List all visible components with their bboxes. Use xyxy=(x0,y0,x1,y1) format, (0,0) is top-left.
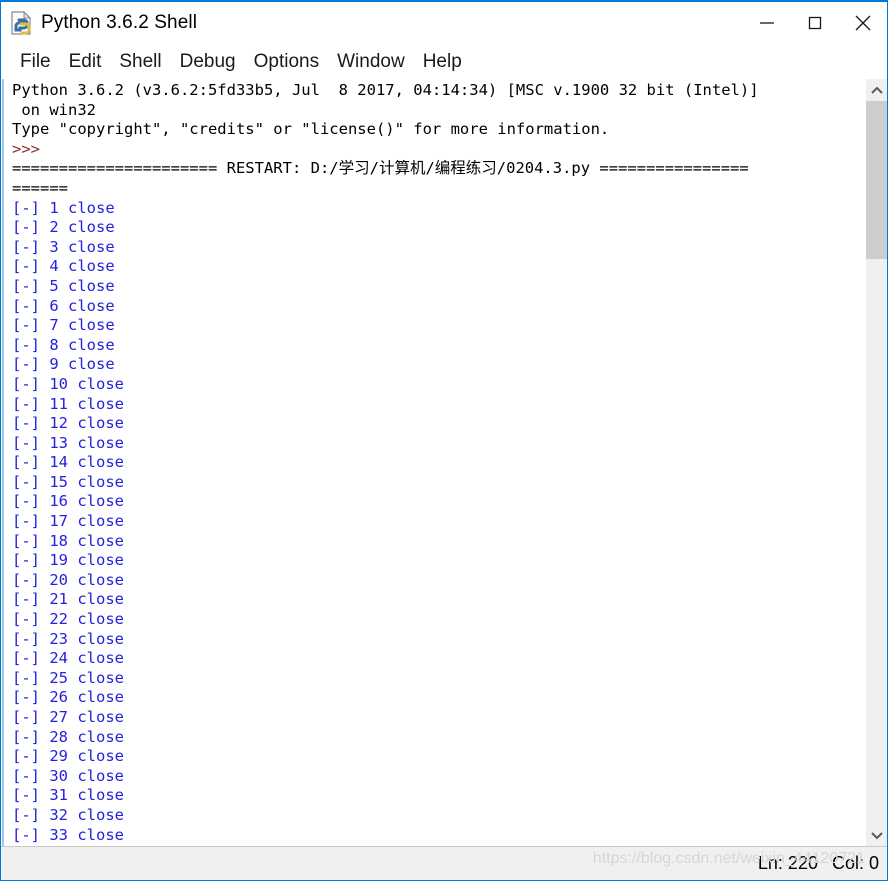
console-line: [-] 31 close xyxy=(12,786,124,805)
shell-text-area: Python 3.6.2 (v3.6.2:5fd33b5, Jul 8 2017… xyxy=(2,79,887,846)
chevron-down-icon[interactable] xyxy=(866,824,887,846)
menu-item-help[interactable]: Help xyxy=(414,51,471,73)
console-line: Python 3.6.2 (v3.6.2:5fd33b5, Jul 8 2017… xyxy=(12,81,759,99)
console-line: [-] 32 close xyxy=(12,805,124,824)
window-title: Python 3.6.2 Shell xyxy=(41,12,198,33)
console-line: [-] 24 close xyxy=(12,649,124,668)
vertical-scrollbar[interactable] xyxy=(865,79,887,846)
menu-bar: File Edit Shell Debug Options Window Hel… xyxy=(1,44,887,79)
console-line: [-] 23 close xyxy=(12,629,124,648)
minimize-icon[interactable] xyxy=(743,2,791,44)
console-line: [-] 25 close xyxy=(12,668,124,687)
console-line: [-] 4 close xyxy=(12,257,115,276)
console-line: [-] 26 close xyxy=(12,688,124,707)
console-line: ====== xyxy=(12,178,68,197)
window-controls xyxy=(743,2,887,44)
close-icon[interactable] xyxy=(839,2,887,44)
console-line: [-] 27 close xyxy=(12,708,124,726)
menu-item-debug[interactable]: Debug xyxy=(171,51,245,73)
menu-item-shell[interactable]: Shell xyxy=(110,51,170,73)
status-line-indicator: Ln: 220 xyxy=(757,853,818,873)
console-line: [-] 8 close xyxy=(12,335,115,354)
console-line: [-] 16 close xyxy=(12,492,124,511)
title-bar: Python 3.6.2 Shell xyxy=(1,2,887,44)
shell-output[interactable]: Python 3.6.2 (v3.6.2:5fd33b5, Jul 8 2017… xyxy=(4,79,865,846)
console-line: [-] 17 close xyxy=(12,512,124,531)
maximize-icon[interactable] xyxy=(791,2,839,44)
console-line: [-] 7 close xyxy=(12,316,115,335)
console-line: [-] 30 close xyxy=(12,766,124,785)
menu-item-file[interactable]: File xyxy=(11,51,60,73)
console-line: [-] 10 close xyxy=(12,374,124,393)
console-line: [-] 13 close xyxy=(12,433,124,452)
idle-shell-window: Python 3.6.2 Shell File Edit Shell Debug… xyxy=(0,0,888,881)
scrollbar-thumb[interactable] xyxy=(866,101,887,259)
console-line: [-] 9 close xyxy=(12,355,115,374)
console-line: ====================== RESTART: D:/学习/计算… xyxy=(12,159,749,178)
console-line: [-] 6 close xyxy=(12,296,115,315)
menu-item-window[interactable]: Window xyxy=(328,51,414,73)
python-file-icon xyxy=(10,10,32,35)
console-line: [-] 18 close xyxy=(12,531,124,550)
console-line: on win32 xyxy=(12,100,96,119)
console-line: [-] 3 close xyxy=(12,237,115,256)
console-line: [-] 14 close xyxy=(12,453,124,472)
console-line: [-] 33 close xyxy=(12,825,124,844)
console-line: [-] 22 close xyxy=(12,610,124,629)
chevron-up-icon[interactable] xyxy=(866,79,887,101)
console-line: [-] 19 close xyxy=(12,551,124,570)
menu-item-options[interactable]: Options xyxy=(245,51,328,73)
console-line: [-] 29 close xyxy=(12,747,124,766)
menu-item-edit[interactable]: Edit xyxy=(60,51,111,73)
console-line: [-] 20 close xyxy=(12,570,124,589)
console-line: Type "copyright", "credits" or "license(… xyxy=(12,120,610,139)
console-line: [-] 21 close xyxy=(12,590,124,609)
console-line: [-] 12 close xyxy=(12,414,124,433)
console-line: [-] 28 close xyxy=(12,727,124,746)
console-line: [-] 5 close xyxy=(12,276,115,295)
status-bar: https://blog.csdn.net/weixin_44120721 Ln… xyxy=(1,846,887,880)
console-line: >>> xyxy=(12,139,40,158)
console-line: [-] 15 close xyxy=(12,472,124,491)
watermark-text: https://blog.csdn.net/weixin_44120721 xyxy=(592,850,865,867)
console-line: [-] 1 close xyxy=(12,198,115,217)
console-line: [-] 11 close xyxy=(12,394,124,413)
scrollbar-track[interactable] xyxy=(866,259,887,824)
status-column-indicator: Col: 0 xyxy=(831,853,879,873)
console-line: [-] 2 close xyxy=(12,218,115,237)
